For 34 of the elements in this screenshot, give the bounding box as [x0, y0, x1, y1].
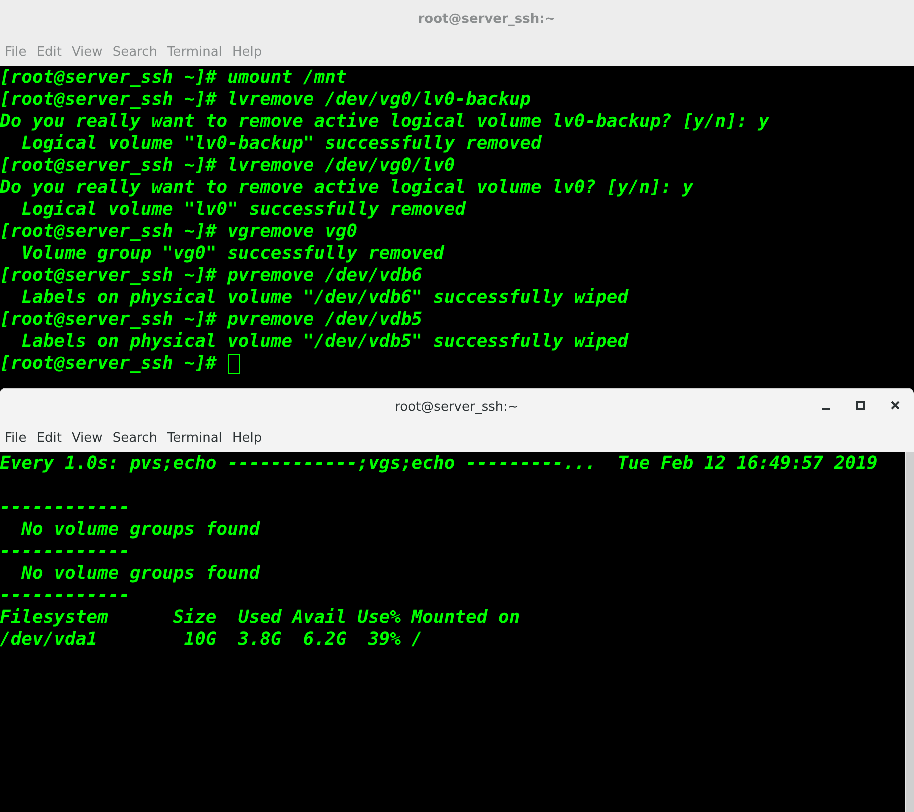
terminal-line: ------------: [0, 585, 130, 607]
terminal-line: [root@server_ssh ~]# umount /mnt: [0, 67, 347, 89]
terminal-line: Logical volume "lv0" successfully removed: [20, 199, 466, 221]
menu-item[interactable]: Help: [229, 429, 266, 449]
terminal-line: Volume group "vg0" successfully removed: [20, 243, 444, 265]
menu-item[interactable]: Terminal: [164, 429, 226, 449]
menu-item[interactable]: Edit: [34, 429, 65, 449]
menu-item[interactable]: Search: [110, 429, 160, 449]
terminal-line: [root@server_ssh ~]# pvremove /dev/vdb5: [0, 309, 423, 331]
close-icon[interactable]: [891, 401, 900, 410]
menu-item[interactable]: View: [68, 429, 106, 449]
terminal-line: ------------: [0, 541, 130, 563]
terminal-line: Labels on physical volume "/dev/vdb6" successfully wiped: [20, 287, 629, 309]
terminal-line: Labels on physical volume "/dev/vdb5" successfully wiped: [20, 331, 629, 353]
terminal-line: No volume groups found: [20, 563, 260, 585]
scrollbar[interactable]: [905, 452, 914, 812]
terminal-line: /dev/vda1 10G 3.8G 6.2G 39% /: [0, 629, 423, 651]
terminal-line: [root@server_ssh ~]# pvremove /dev/vdb6: [0, 265, 423, 287]
terminal-line: Do you really want to remove active logical volume lv0? [y/n]: y: [0, 177, 694, 199]
window-title: root@server_ssh:~: [418, 11, 556, 30]
terminal-line: [root@server_ssh ~]# vgremove vg0: [0, 221, 358, 243]
terminal-line: [root@server_ssh ~]#: [0, 353, 218, 375]
terminal-line: No volume groups found: [20, 519, 260, 541]
terminal[interactable]: [0, 452, 914, 812]
terminal-line: [root@server_ssh ~]# lvremove /dev/vg0/lv0: [0, 155, 456, 177]
terminal-line: [root@server_ssh ~]# lvremove /dev/vg0/lv0-backup: [0, 89, 532, 111]
menu-item[interactable]: File: [0, 429, 30, 449]
terminal-line: Filesystem Size Used Avail Use% Mounted on: [0, 607, 520, 629]
window-title: root@server_ssh:~: [395, 398, 519, 417]
terminal-line: Every 1.0s: pvs;echo ------------;vgs;echo ---------... Tue Feb 12 16:49:57 2019: [0, 453, 878, 475]
terminal-line: Logical volume "lv0-backup" successfully removed: [20, 133, 542, 155]
maximize-icon[interactable]: [856, 401, 865, 410]
terminal-line: ------------: [0, 497, 130, 519]
terminal-line: Do you really want to remove active logical volume lv0-backup? [y/n]: y: [0, 111, 770, 133]
